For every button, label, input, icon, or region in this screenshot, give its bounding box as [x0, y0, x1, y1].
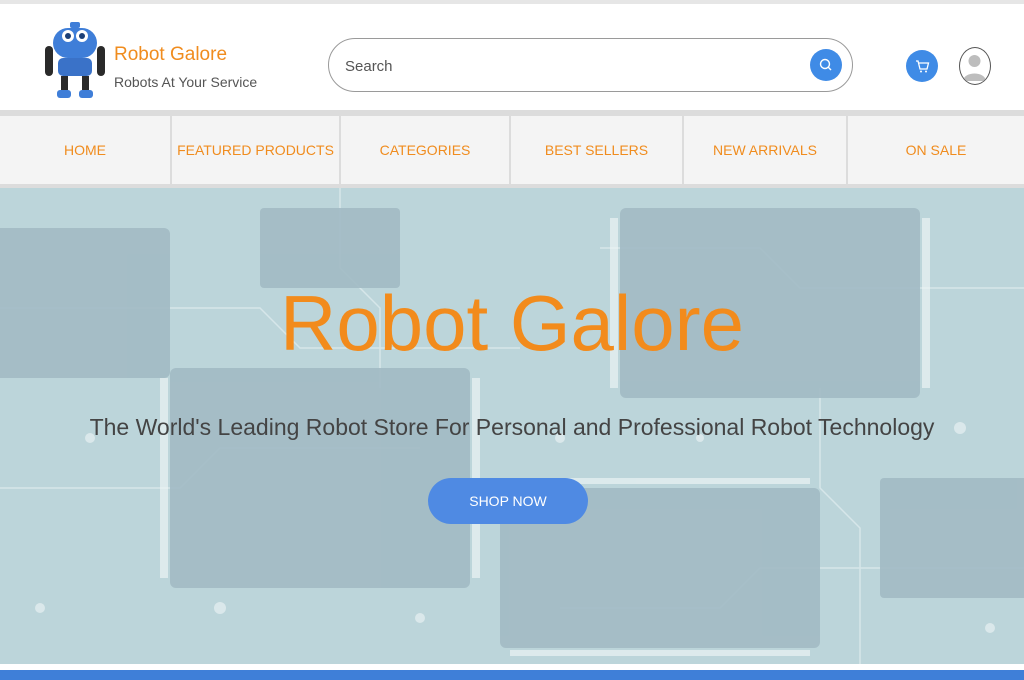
nav-item-on-sale[interactable]: ON SALE: [848, 116, 1024, 184]
hero-banner: Robot Galore The World's Leading Robot S…: [0, 188, 1024, 664]
brand-title[interactable]: Robot Galore: [114, 44, 227, 66]
search-bar: [328, 38, 853, 92]
robot-logo-icon[interactable]: [44, 18, 106, 102]
hero-subtitle: The World's Leading Robot Store For Pers…: [89, 414, 935, 440]
nav-item-categories[interactable]: CATEGORIES: [341, 116, 509, 184]
nav-item-new-arrivals[interactable]: NEW ARRIVALS: [684, 116, 846, 184]
search-button[interactable]: [810, 49, 842, 81]
brand-tagline: Robots At Your Service: [114, 74, 258, 90]
nav-item-best-sellers[interactable]: BEST SELLERS: [511, 116, 682, 184]
cart-icon: [916, 60, 930, 73]
user-avatar-icon[interactable]: [959, 47, 991, 85]
shop-now-button[interactable]: SHOP NOW: [428, 478, 588, 524]
nav-item-home[interactable]: HOME: [0, 116, 170, 184]
nav-item-featured-products[interactable]: FEATURED PRODUCTS: [172, 116, 339, 184]
site-header: Robot Galore Robots At Your Service: [0, 4, 1024, 110]
cart-button[interactable]: [906, 50, 938, 82]
hero-title: Robot Galore: [280, 279, 744, 367]
search-input[interactable]: [343, 51, 787, 81]
bottom-accent-bar: [0, 670, 1024, 680]
search-icon: [819, 58, 832, 71]
main-nav: HOME FEATURED PRODUCTS CATEGORIES BEST S…: [0, 110, 1024, 188]
